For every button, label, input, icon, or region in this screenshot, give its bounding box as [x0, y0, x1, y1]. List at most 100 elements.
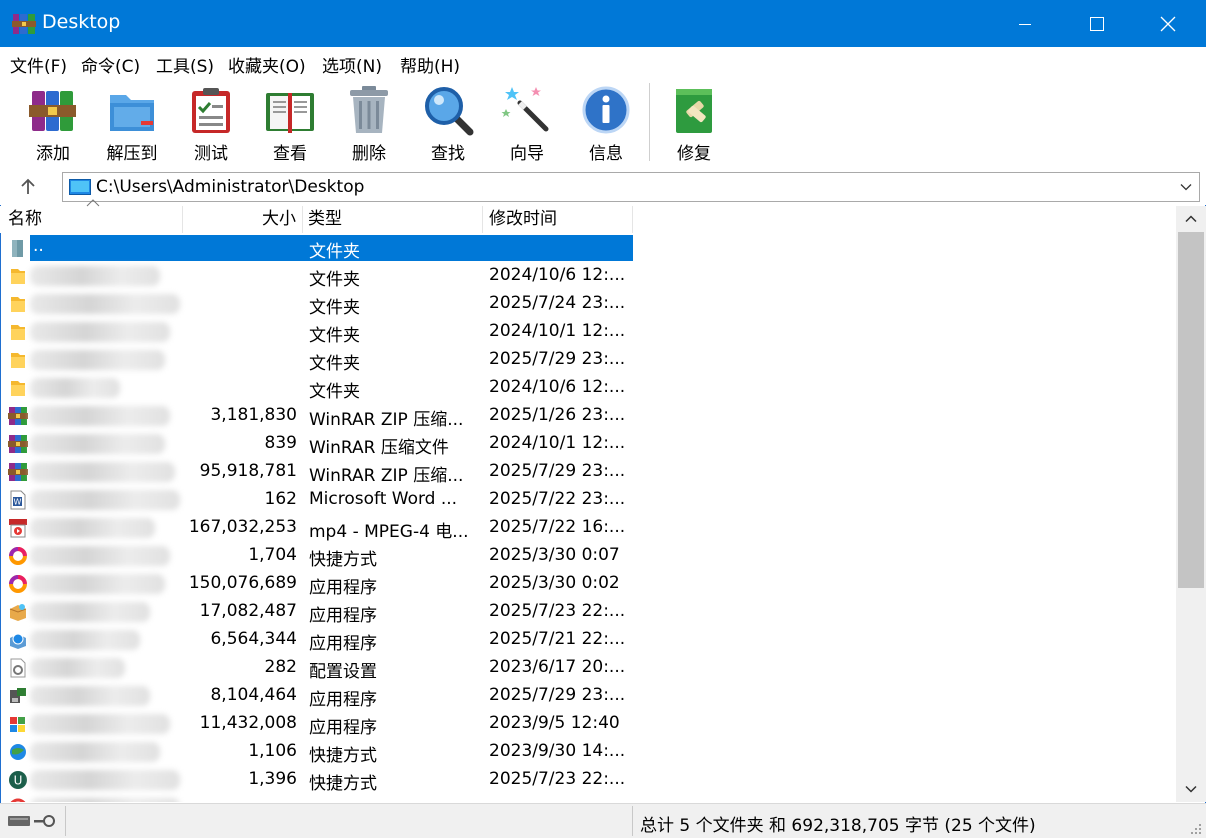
file-row[interactable]: 6,564,344 应用程序 2025/7/21 22:... [0, 626, 1176, 654]
magnifier-icon [425, 87, 474, 136]
file-modified: 2024/10/6 12:... [489, 265, 626, 285]
redacted-file-name [30, 770, 180, 790]
delete-label: 删除 [352, 144, 386, 164]
file-row[interactable]: 17,082,487 应用程序 2025/7/23 22:... [0, 598, 1176, 626]
file-type: 文件夹 [309, 382, 360, 402]
config-settings-icon [8, 658, 28, 678]
delete-button[interactable]: 删除 [329, 77, 409, 169]
u-logo-shortcut-icon: U [8, 770, 28, 790]
file-type: 应用程序 [309, 578, 377, 598]
file-modified: 2023/6/17 20:... [489, 657, 626, 677]
red-shortcut-icon [8, 798, 28, 802]
menu-favorites[interactable]: 收藏夹(O) [228, 52, 306, 77]
file-row[interactable]: 文件夹 2024/10/6 12:... [0, 262, 1176, 290]
file-row[interactable]: 8,104,464 应用程序 2025/7/29 23:... [0, 682, 1176, 710]
file-row[interactable]: U 1,396 快捷方式 2025/7/23 22:... [0, 766, 1176, 794]
file-row[interactable]: 文件夹 2025/7/29 23:... [0, 346, 1176, 374]
file-type: 文件夹 [309, 326, 360, 346]
menu-help[interactable]: 帮助(H) [400, 52, 460, 77]
menu-tools[interactable]: 工具(S) [156, 52, 214, 77]
repair-button[interactable]: 修复 [654, 77, 734, 169]
resize-grip-icon[interactable] [1188, 821, 1202, 835]
add-button[interactable]: 添加 [13, 77, 93, 169]
menu-options[interactable]: 选项(N) [322, 52, 382, 77]
installer-box-icon [8, 602, 28, 622]
trash-can-icon [350, 86, 388, 133]
file-row[interactable]: 1,704 快捷方式 2025/3/30 0:07 [0, 542, 1176, 570]
file-row[interactable]: 3,181,830 WinRAR ZIP 压缩... 2025/1/26 23:..… [0, 402, 1176, 430]
minimize-button[interactable] [990, 0, 1060, 47]
file-modified: 2025/7/21 22:... [489, 629, 626, 649]
file-row[interactable]: 文件夹 2024/10/6 12:... [0, 374, 1176, 402]
find-button[interactable]: 查找 [408, 77, 488, 169]
parent-folder-icon [8, 238, 28, 258]
menu-commands[interactable]: 命令(C) [81, 52, 140, 77]
file-row[interactable]: 11,432,008 应用程序 2023/9/5 12:40 [0, 710, 1176, 738]
file-type: 快捷方式 [309, 774, 377, 794]
redacted-file-name [30, 462, 175, 482]
list-header: 名称 大小 类型 修改时间 [0, 199, 1176, 233]
winrar-app-icon [12, 14, 36, 34]
scrollbar-thumb[interactable] [1178, 232, 1204, 588]
scroll-down-button[interactable] [1176, 776, 1206, 802]
file-modified: 2025/7/24 23:... [489, 293, 626, 313]
address-row: C:\Users\Administrator\Desktop [0, 169, 1206, 205]
redacted-file-name [30, 294, 180, 314]
file-row[interactable]: 快捷方式 [0, 794, 1176, 802]
scroll-up-button[interactable] [1176, 206, 1206, 232]
view-label: 查看 [273, 144, 307, 164]
title-bar[interactable]: Desktop [0, 0, 1206, 47]
redacted-file-name [30, 574, 165, 594]
file-modified: 2025/7/23 22:... [489, 601, 626, 621]
column-type-label: 类型 [308, 209, 342, 229]
file-row[interactable]: 1,106 快捷方式 2023/9/30 14:... [0, 738, 1176, 766]
chevron-up-icon [1185, 215, 1197, 223]
colorful-ring-app-icon [8, 574, 28, 594]
extract-to-button[interactable]: 解压到 [92, 77, 172, 169]
status-summary: 总计 5 个文件夹 和 692,318,705 字节 (25 个文件) [640, 816, 1036, 836]
menu-file[interactable]: 文件(F) [10, 52, 67, 77]
view-button[interactable]: 查看 [250, 77, 330, 169]
file-type: 文件夹 [309, 242, 360, 262]
maximize-button[interactable] [1062, 0, 1132, 47]
up-one-level-button[interactable] [14, 175, 42, 199]
file-row[interactable]: 95,918,781 WinRAR ZIP 压缩... 2025/7/29 23:.… [0, 458, 1176, 486]
test-button[interactable]: 测试 [171, 77, 251, 169]
info-button[interactable]: 信息 [566, 77, 646, 169]
column-size[interactable]: 大小 [183, 206, 303, 233]
up-arrow-icon [21, 178, 35, 194]
file-row[interactable]: 150,076,689 应用程序 2025/3/30 0:02 [0, 570, 1176, 598]
file-row[interactable]: W 162 Microsoft Word ... 2025/7/22 23:... [0, 486, 1176, 514]
parent-directory-row[interactable]: .. 文件夹 [0, 234, 1176, 262]
file-size: 6,564,344 [210, 629, 297, 649]
file-list[interactable]: .. 文件夹 文件夹 2024/10/6 12:... 文件夹 2025/7/24 23:… [0, 234, 1176, 802]
sort-ascending-icon [86, 199, 100, 207]
mp4-video-icon [8, 518, 28, 538]
file-type: WinRAR 压缩文件 [309, 438, 449, 458]
file-row[interactable]: 282 配置设置 2023/6/17 20:... [0, 654, 1176, 682]
column-modified[interactable]: 修改时间 [483, 206, 633, 233]
menu-bar: 文件(F) 命令(C) 工具(S) 收藏夹(O) 选项(N) 帮助(H) [0, 47, 1206, 77]
extract-to-label: 解压到 [106, 144, 158, 164]
address-bar[interactable]: C:\Users\Administrator\Desktop [62, 172, 1200, 202]
file-row[interactable]: 文件夹 2024/10/1 12:... [0, 318, 1176, 346]
file-type: Microsoft Word ... [309, 489, 458, 509]
add-label: 添加 [36, 144, 70, 164]
redacted-file-name [30, 266, 160, 286]
column-name[interactable]: 名称 [0, 199, 183, 233]
close-button[interactable] [1133, 0, 1203, 47]
drive-key-icon[interactable] [7, 812, 57, 830]
file-row[interactable]: 167,032,253 mp4 - MPEG-4 电... 2025/7/22 16… [0, 514, 1176, 542]
chevron-down-icon [1185, 785, 1197, 793]
vertical-scrollbar[interactable] [1176, 206, 1206, 802]
wizard-button[interactable]: 向导 [487, 77, 567, 169]
chevron-down-icon[interactable] [1179, 180, 1193, 194]
file-row[interactable]: 839 WinRAR 压缩文件 2024/10/1 12:... [0, 430, 1176, 458]
file-type: 应用程序 [309, 606, 377, 626]
file-type: 文件夹 [309, 298, 360, 318]
file-name: .. [33, 236, 44, 256]
redacted-file-name [30, 602, 150, 622]
file-row[interactable]: 文件夹 2025/7/24 23:... [0, 290, 1176, 318]
column-type[interactable]: 类型 [303, 206, 483, 233]
status-bar: 总计 5 个文件夹 和 692,318,705 字节 (25 个文件) [0, 803, 1206, 838]
